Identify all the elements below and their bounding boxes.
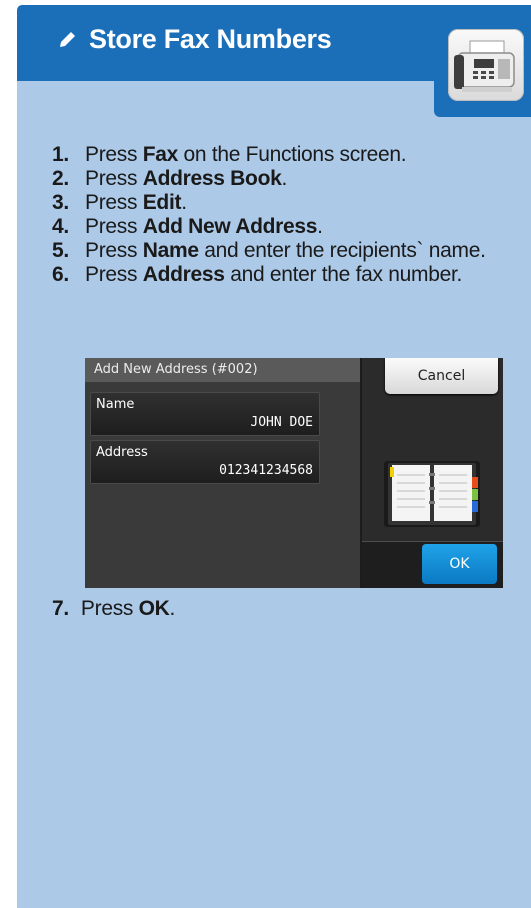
address-book-icon [384,461,480,527]
lcd-title: Add New Address (#002) [85,358,360,382]
pencil-icon [60,31,75,47]
address-field[interactable]: Address 012341234568 [90,440,320,484]
touchscreen-screenshot: Add New Address (#002) Name JOHN DOE Add… [85,358,503,588]
step-1: 1. Press Fax on the Functions screen. [52,143,407,166]
step-4: 4. Press Add New Address. [52,215,323,238]
step-7: 7. Press OK. [52,597,176,620]
step-3: 3. Press Edit. [52,191,187,214]
page-title: Store Fax Numbers [89,24,332,54]
step-6: 6. Press Address and enter the fax number… [52,263,463,286]
step-2: 2. Press Address Book. [52,167,288,190]
fax-machine-icon [448,29,524,101]
name-field-label: Name [96,397,135,412]
name-field-value: JOHN DOE [250,415,313,430]
cancel-button[interactable]: Cancel [385,358,498,394]
header-title-row: Store Fax Numbers [57,24,332,55]
address-field-value: 012341234568 [219,463,313,478]
step-5: 5. Press Name and enter the recipients` n… [52,239,486,262]
address-field-label: Address [96,445,148,460]
name-field[interactable]: Name JOHN DOE [90,392,320,436]
instruction-steps: 1. Press Fax on the Functions screen. 2. P… [52,143,512,287]
ok-button[interactable]: OK [422,544,497,584]
